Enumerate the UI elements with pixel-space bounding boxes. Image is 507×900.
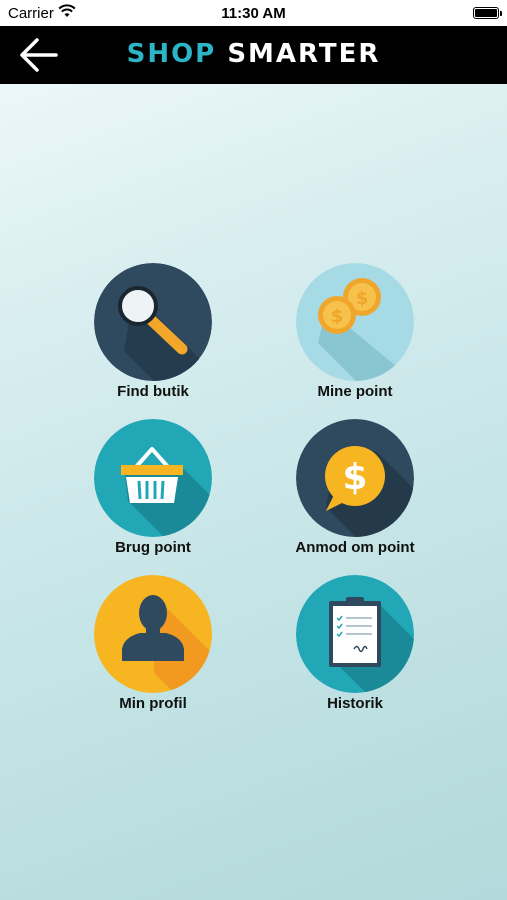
- clipboard-icon: [296, 575, 414, 693]
- menu-item-label: Min profil: [119, 695, 187, 712]
- menu-item-label: Anmod om point: [295, 539, 415, 556]
- menu-item-my-profile[interactable]: Min profil: [53, 575, 253, 715]
- menu-grid: Find butik $ $ Mine point Brug point $ A…: [0, 0, 507, 900]
- menu-item-history[interactable]: Historik: [255, 575, 455, 715]
- menu-item-label: Historik: [327, 695, 383, 712]
- svg-text:$: $: [356, 288, 369, 309]
- user-silhouette-icon: [94, 575, 212, 693]
- menu-circle: $: [296, 419, 414, 537]
- svg-text:$: $: [342, 457, 367, 498]
- menu-circle: [94, 419, 212, 537]
- menu-circle: $ $: [296, 263, 414, 381]
- magnifier-icon: [94, 263, 212, 381]
- menu-item-use-points[interactable]: Brug point: [53, 419, 253, 559]
- dollar-bubble-icon: $: [296, 419, 414, 537]
- menu-item-request-points[interactable]: $ Anmod om point: [255, 419, 455, 559]
- menu-item-label: Brug point: [115, 539, 191, 556]
- menu-item-label: Find butik: [117, 383, 189, 400]
- menu-circle: [94, 263, 212, 381]
- svg-text:$: $: [331, 306, 344, 327]
- menu-item-my-points[interactable]: $ $ Mine point: [255, 263, 455, 403]
- menu-circle: [94, 575, 212, 693]
- menu-item-find-store[interactable]: Find butik: [53, 263, 253, 403]
- basket-icon: [94, 419, 212, 537]
- coins-icon: $ $: [296, 263, 414, 381]
- menu-item-label: Mine point: [317, 383, 393, 400]
- menu-circle: [296, 575, 414, 693]
